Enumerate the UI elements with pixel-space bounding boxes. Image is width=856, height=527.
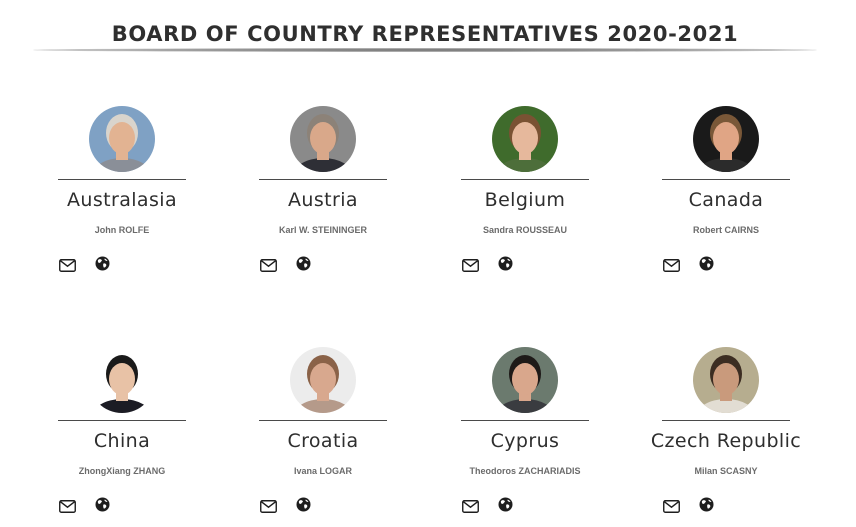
representative-card-belgium: Belgium Sandra ROUSSEAU xyxy=(424,106,626,306)
contact-icons xyxy=(424,256,626,272)
country-name: Austria xyxy=(288,189,358,211)
globe-icon[interactable] xyxy=(95,256,110,271)
avatar xyxy=(693,347,759,413)
card-divider xyxy=(58,179,186,180)
card-divider xyxy=(461,420,589,421)
envelope-icon[interactable] xyxy=(260,498,277,513)
card-divider xyxy=(662,420,790,421)
country-name: Canada xyxy=(688,189,764,211)
representative-name: Ivana LOGAR xyxy=(293,466,352,476)
globe-icon[interactable] xyxy=(498,256,513,271)
country-name: Croatia xyxy=(287,430,359,452)
representative-card-australasia: Australasia John ROLFE xyxy=(21,106,223,306)
avatar xyxy=(693,106,759,172)
globe-icon[interactable] xyxy=(498,497,513,512)
avatar xyxy=(290,106,356,172)
contact-icons xyxy=(625,256,827,272)
country-name: Cyprus xyxy=(490,430,560,452)
avatar xyxy=(89,347,155,413)
representative-name: Karl W. STEININGER xyxy=(278,225,367,235)
avatar xyxy=(290,347,356,413)
contact-icons xyxy=(625,497,827,513)
card-divider xyxy=(259,420,387,421)
contact-icons xyxy=(222,497,424,513)
country-name: Australasia xyxy=(67,189,177,211)
contact-icons xyxy=(222,256,424,272)
globe-icon[interactable] xyxy=(699,497,714,512)
envelope-icon[interactable] xyxy=(462,257,479,272)
envelope-icon[interactable] xyxy=(663,257,680,272)
contact-icons xyxy=(424,497,626,513)
representative-card-czech-republic: Czech Republic Milan SCASNY xyxy=(625,347,827,527)
country-name: Czech Republic xyxy=(650,430,802,452)
avatar xyxy=(492,347,558,413)
representative-card-croatia: Croatia Ivana LOGAR xyxy=(222,347,424,527)
representative-name: ZhongXiang ZHANG xyxy=(78,466,166,476)
representative-card-cyprus: Cyprus Theodoros ZACHARIADIS xyxy=(424,347,626,527)
page-title: BOARD OF COUNTRY REPRESENTATIVES 2020-20… xyxy=(111,22,739,46)
envelope-icon[interactable] xyxy=(59,257,76,272)
representative-name: Sandra ROUSSEAU xyxy=(482,225,568,235)
avatar xyxy=(492,106,558,172)
envelope-icon[interactable] xyxy=(663,498,680,513)
contact-icons xyxy=(21,497,223,513)
envelope-icon[interactable] xyxy=(260,257,277,272)
representative-name: Theodoros ZACHARIADIS xyxy=(469,466,581,476)
globe-icon[interactable] xyxy=(699,256,714,271)
contact-icons xyxy=(21,256,223,272)
representative-card-canada: Canada Robert CAIRNS xyxy=(625,106,827,306)
title-divider xyxy=(33,48,817,52)
card-divider xyxy=(58,420,186,421)
page: BOARD OF COUNTRY REPRESENTATIVES 2020-20… xyxy=(0,0,856,527)
country-name: Belgium xyxy=(484,189,566,211)
representative-card-austria: Austria Karl W. STEININGER xyxy=(222,106,424,306)
avatar xyxy=(89,106,155,172)
representative-name: Robert CAIRNS xyxy=(692,225,759,235)
envelope-icon[interactable] xyxy=(462,498,479,513)
country-name: China xyxy=(93,430,151,452)
globe-icon[interactable] xyxy=(296,256,311,271)
representative-name: John ROLFE xyxy=(94,225,150,235)
representative-name: Milan SCASNY xyxy=(694,466,758,476)
card-divider xyxy=(461,179,589,180)
globe-icon[interactable] xyxy=(95,497,110,512)
card-divider xyxy=(259,179,387,180)
representative-card-china: China ZhongXiang ZHANG xyxy=(21,347,223,527)
envelope-icon[interactable] xyxy=(59,498,76,513)
globe-icon[interactable] xyxy=(296,497,311,512)
card-divider xyxy=(662,179,790,180)
